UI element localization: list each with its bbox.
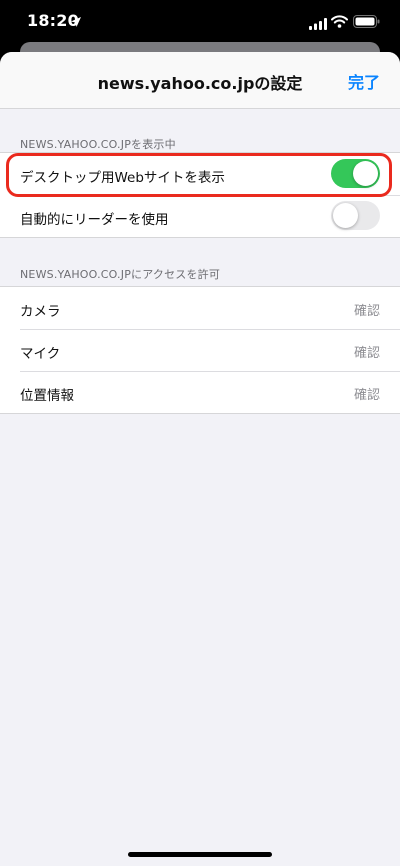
cellular-signal-icon [309,15,327,34]
battery-icon [353,13,380,32]
microphone-label: マイク [20,346,61,362]
home-indicator [128,852,272,857]
location-value: 確認 [353,388,380,403]
camera-value: 確認 [353,304,380,319]
wifi-icon [331,13,348,32]
location-label: 位置情報 [20,388,74,404]
camera-row[interactable]: カメラ 確認 [0,287,400,329]
highlight-annotation [6,153,392,197]
section-header-viewing: NEWS.YAHOO.CO.JPを表示中 [20,138,176,151]
reader-label: 自動的にリーダーを使用 [20,212,169,228]
microphone-value: 確認 [353,346,380,361]
permissions-group: カメラ 確認 マイク 確認 位置情報 確認 [0,286,400,414]
camera-label: カメラ [20,304,61,320]
done-button[interactable]: 完了 [348,69,380,93]
section-header-permissions: NEWS.YAHOO.CO.JPにアクセスを許可 [20,268,221,281]
reader-toggle[interactable] [331,201,380,230]
nav-bar: news.yahoo.co.jpの設定 完了 [0,52,400,109]
microphone-row[interactable]: マイク 確認 [0,329,400,371]
toggle-knob [333,203,358,228]
reader-row[interactable]: 自動的にリーダーを使用 [0,195,400,237]
location-arrow-icon [70,13,82,32]
status-bar: 18:20 [0,0,400,44]
page-title: news.yahoo.co.jpの設定 [97,74,303,93]
location-row[interactable]: 位置情報 確認 [0,371,400,413]
